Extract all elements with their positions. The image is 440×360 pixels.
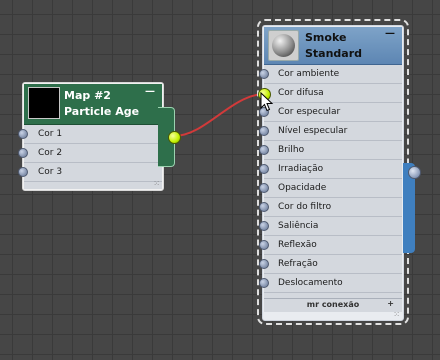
- input-port[interactable]: [18, 148, 28, 158]
- input-port[interactable]: [18, 129, 28, 139]
- node-title: Smoke Standard: [305, 31, 363, 60]
- input-label: Cor ambiente: [278, 69, 340, 79]
- input-port[interactable]: [259, 164, 269, 174]
- input-port[interactable]: [259, 221, 269, 231]
- node-title: Map #2 Particle Age: [64, 89, 140, 118]
- input-row-opacidade[interactable]: Opacidade: [259, 179, 402, 198]
- input-row-saliencia[interactable]: Saliência: [259, 217, 402, 236]
- input-port[interactable]: [259, 69, 269, 79]
- sphere-icon: [268, 30, 299, 61]
- input-row-cor-ambiente[interactable]: Cor ambiente: [259, 65, 402, 84]
- input-row-irradiacao[interactable]: Irradiação: [259, 160, 402, 179]
- input-label: Cor 2: [38, 148, 63, 158]
- input-label: Opacidade: [278, 183, 327, 193]
- input-row-cor-3[interactable]: Cor 3: [18, 163, 162, 182]
- input-row-nivel-especular[interactable]: Nível especular: [259, 122, 402, 141]
- input-port[interactable]: [259, 202, 269, 212]
- input-port[interactable]: [259, 145, 269, 155]
- input-label: Nível especular: [278, 126, 348, 136]
- node-inputs: Cor ambiente Cor difusa Cor especular Ní…: [259, 65, 402, 299]
- input-port[interactable]: [259, 259, 269, 269]
- input-port[interactable]: [259, 240, 269, 250]
- input-label: Cor especular: [278, 107, 341, 117]
- arrow-pointer-icon: [260, 92, 274, 112]
- input-row-brilho[interactable]: Brilho: [259, 141, 402, 160]
- input-port[interactable]: [18, 167, 28, 177]
- map-thumbnail: [28, 87, 60, 119]
- node-header[interactable]: Map #2 Particle Age —: [24, 84, 162, 125]
- node-header[interactable]: Smoke Standard —: [264, 27, 402, 65]
- output-port[interactable]: [408, 166, 421, 179]
- input-label: Irradiação: [278, 164, 324, 174]
- output-port[interactable]: [168, 131, 181, 144]
- minimize-button[interactable]: —: [385, 28, 395, 39]
- input-label: Cor 1: [38, 129, 63, 139]
- resize-grip-icon[interactable]: ⁙: [153, 179, 160, 188]
- material-node-standard[interactable]: Smoke Standard — Cor ambiente Cor difusa…: [259, 25, 404, 321]
- input-label: Refração: [278, 259, 318, 269]
- input-label: Cor do filtro: [278, 202, 332, 212]
- input-row-cor-2[interactable]: Cor 2: [18, 144, 162, 163]
- input-label: Reflexão: [278, 240, 317, 250]
- input-row-deslocamento[interactable]: Deslocamento: [259, 274, 402, 293]
- input-row-cor-1[interactable]: Cor 1: [18, 125, 162, 144]
- input-row-reflexao[interactable]: Reflexão: [259, 236, 402, 255]
- map-node-particle-age[interactable]: Map #2 Particle Age — Cor 1 Cor 2 Cor 3 …: [18, 82, 164, 191]
- input-label: Deslocamento: [278, 278, 343, 288]
- input-row-cor-do-filtro[interactable]: Cor do filtro: [259, 198, 402, 217]
- footer-label: mr conexão: [306, 300, 360, 309]
- input-row-cor-especular[interactable]: Cor especular: [259, 103, 402, 122]
- minimize-button[interactable]: —: [145, 86, 155, 97]
- input-label: Brilho: [278, 145, 305, 155]
- input-row-cor-difusa[interactable]: Cor difusa: [264, 84, 402, 103]
- input-port[interactable]: [259, 126, 269, 136]
- expand-plus-icon[interactable]: +: [387, 298, 394, 310]
- input-label: Cor 3: [38, 167, 63, 177]
- mr-connection-rollout[interactable]: mr conexão +: [264, 298, 402, 312]
- resize-grip-icon[interactable]: ⁙: [393, 310, 400, 319]
- node-inputs: Cor 1 Cor 2 Cor 3 ⁙: [18, 125, 162, 189]
- input-port[interactable]: [259, 278, 269, 288]
- input-label: Saliência: [278, 221, 319, 231]
- input-label: Cor difusa: [278, 88, 324, 98]
- input-row-refracao[interactable]: Refração: [259, 255, 402, 274]
- input-port[interactable]: [259, 183, 269, 193]
